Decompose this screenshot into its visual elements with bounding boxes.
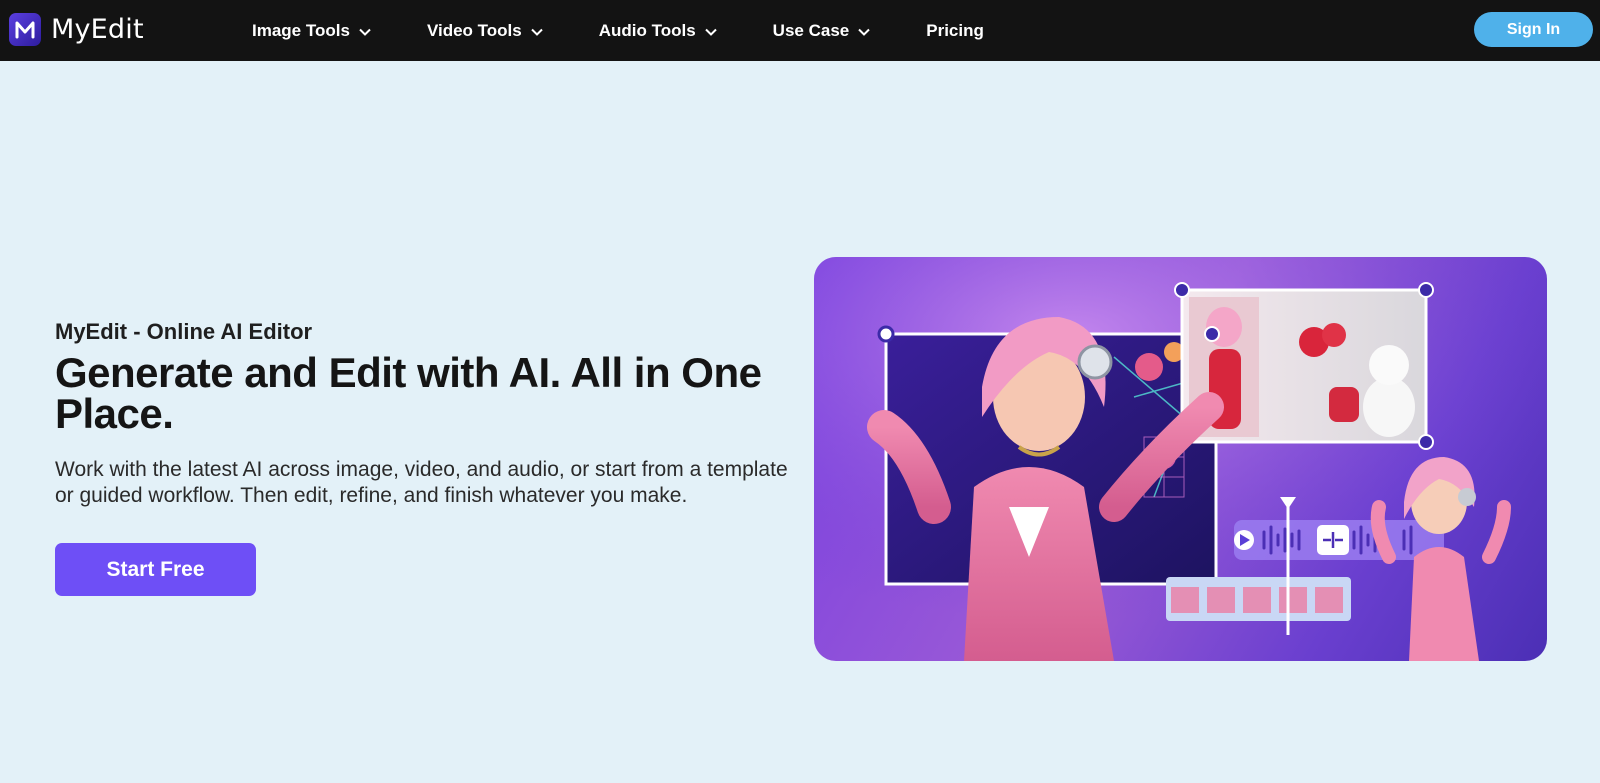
top-nav: MyEdit Image Tools Video Tools Audio Too… — [0, 0, 1600, 61]
nav-video-tools[interactable]: Video Tools — [427, 21, 543, 41]
nav-pricing[interactable]: Pricing — [926, 21, 984, 41]
brand-logo-link[interactable]: MyEdit — [9, 13, 144, 46]
nav-image-tools[interactable]: Image Tools — [252, 21, 371, 41]
chevron-down-icon — [359, 21, 371, 41]
myedit-logo-icon — [9, 13, 41, 46]
hero-headline: Generate and Edit with AI. All in One Pl… — [55, 349, 762, 437]
chevron-down-icon — [858, 21, 870, 41]
nav-item-label: Audio Tools — [598, 20, 696, 40]
hero-illustration — [814, 257, 1547, 661]
main-menu: Image Tools Video Tools Audio Tools Use … — [252, 0, 984, 61]
chevron-down-icon — [704, 21, 717, 41]
brand-name: MyEdit — [51, 14, 144, 45]
nav-item-label: Video Tools — [426, 20, 522, 40]
hero-subcopy: Work with the latest AI across image, vi… — [55, 458, 788, 507]
hero-eyebrow: MyEdit - Online AI Editor — [55, 319, 313, 344]
nav-audio-tools[interactable]: Audio Tools — [599, 21, 717, 41]
nav-item-label: Pricing — [926, 20, 984, 40]
photo-frame-graphic — [1174, 282, 1434, 450]
nav-item-label: Use Case — [772, 20, 850, 40]
start-free-button[interactable]: Start Free — [55, 543, 256, 596]
nav-item-label: Image Tools — [252, 20, 350, 40]
audio-waveform-graphic — [1234, 520, 1444, 560]
nav-use-case[interactable]: Use Case — [773, 21, 871, 41]
chevron-down-icon — [531, 21, 543, 41]
sign-in-button[interactable]: Sign In — [1474, 12, 1593, 47]
